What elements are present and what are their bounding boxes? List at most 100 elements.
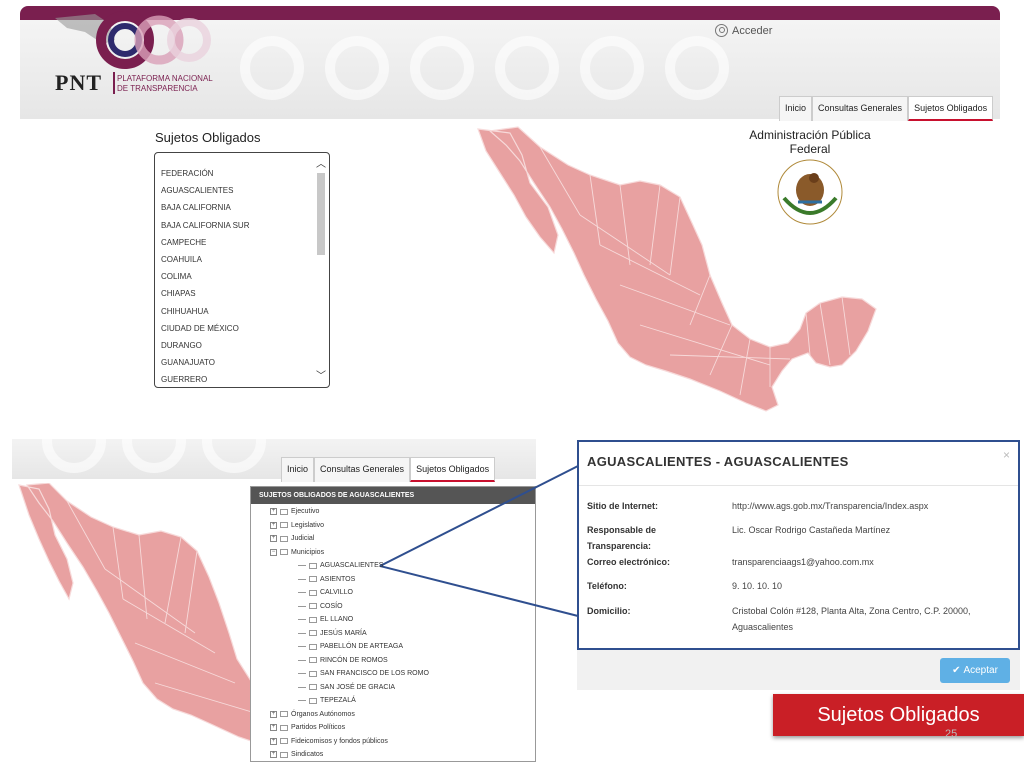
tree-item-label: Fideicomisos y fondos públicos <box>291 737 388 745</box>
tree-item-label: AGUASCALIENTES <box>320 562 384 569</box>
tree-leaf-item[interactable]: AGUASCALIENTES <box>298 562 383 569</box>
tree-connector <box>298 592 306 593</box>
list-item[interactable]: CHIHUAHUA <box>161 305 249 322</box>
decorative-swirl-icon <box>410 36 474 100</box>
decorative-swirl-icon <box>42 409 106 473</box>
tree-node[interactable]: + Fideicomisos y fondos públicos <box>270 737 388 745</box>
collapse-icon[interactable]: − <box>270 548 277 556</box>
tree-node[interactable]: + Partidos Políticos <box>270 724 345 731</box>
modal-title: AGUASCALIENTES - AGUASCALIENTES <box>587 454 849 469</box>
expand-icon[interactable]: + <box>270 508 277 515</box>
expand-icon[interactable]: + <box>270 710 277 718</box>
states-listbox[interactable]: FEDERACIÓN AGUASCALIENTES BAJA CALIFORNI… <box>154 152 330 388</box>
tree-item-label: Legislativo <box>291 521 325 529</box>
folder-icon <box>309 589 317 596</box>
list-item[interactable]: CHIAPAS <box>161 287 249 304</box>
list-item[interactable]: COLIMA <box>161 270 249 287</box>
folder-icon <box>309 670 317 677</box>
list-item[interactable]: BAJA CALIFORNIA SUR <box>161 219 249 236</box>
list-item[interactable]: FEDERACIÓN <box>161 167 249 184</box>
tree-leaf-item[interactable]: ASIENTOS <box>298 576 355 583</box>
decorative-swirl-icon <box>325 36 389 100</box>
tree-leaf-item[interactable]: SAN FRANCISCO DE LOS ROMO <box>298 670 429 677</box>
folder-icon <box>280 522 288 528</box>
field-value-email[interactable]: transparenciaags1@yahoo.com.mx <box>732 554 1012 570</box>
list-item[interactable]: BAJA CALIFORNIA <box>161 201 249 218</box>
list-item[interactable]: CAMPECHE <box>161 236 249 253</box>
list-item[interactable]: GUANAJUATO <box>161 356 249 373</box>
tree-leaf-item[interactable]: SAN JOSÉ DE GRACIA <box>298 684 395 691</box>
checkmark-icon: ✔ <box>952 665 961 676</box>
decorative-swirl-icon <box>202 409 266 473</box>
pnt-logo[interactable]: PNT Plataforma Nacional de Transparencia <box>55 10 225 95</box>
tree-connector <box>298 700 306 701</box>
chevron-down-icon[interactable]: ﹀ <box>316 367 326 382</box>
tab-sujetos-obligados[interactable]: Sujetos Obligados <box>908 96 994 121</box>
field-value-website[interactable]: http://www.ags.gob.mx/Transparencia/Inde… <box>732 498 1012 514</box>
expand-icon[interactable]: + <box>270 751 277 758</box>
folder-icon <box>280 751 288 758</box>
logo-divider <box>113 72 115 94</box>
tree-node[interactable]: + Ejecutivo <box>270 508 319 515</box>
folder-icon <box>309 616 317 623</box>
chevron-up-icon[interactable]: ︿ <box>316 155 326 170</box>
user-icon <box>715 24 728 37</box>
close-icon[interactable]: × <box>1003 448 1010 462</box>
tree-item-label: ASIENTOS <box>320 575 356 583</box>
tree-connector <box>298 619 306 620</box>
folder-icon <box>280 711 288 717</box>
sujetos-title: Sujetos Obligados <box>155 130 261 145</box>
list-item[interactable]: CIUDAD DE MÉXICO <box>161 322 249 339</box>
tree-leaf-item[interactable]: PABELLÓN DE ARTEAGA <box>298 643 403 650</box>
tree-leaf-item[interactable]: CALVILLO <box>298 589 353 596</box>
tree-node[interactable]: + Sindicatos <box>270 751 323 758</box>
login-label: Acceder <box>732 24 773 37</box>
tab-inicio[interactable]: Inicio <box>779 96 813 121</box>
tree-leaf-item[interactable]: TEPEZALÁ <box>298 697 356 704</box>
mexico-map-icon <box>18 483 274 746</box>
tree-item-label: Partidos Políticos <box>291 724 346 731</box>
tree-node[interactable]: + Legislativo <box>270 521 325 529</box>
expand-icon[interactable]: + <box>270 535 277 542</box>
tree-item-label: SAN JOSÉ DE GRACIA <box>320 683 396 691</box>
tab-inicio[interactable]: Inicio <box>281 457 315 482</box>
decorative-swirl-icon <box>495 36 559 100</box>
field-label-website: Sitio de Internet: <box>587 501 659 511</box>
tree-leaf-item[interactable]: RINCÓN DE ROMOS <box>298 657 388 664</box>
eagle-seal-icon <box>777 159 843 225</box>
mexico-map-secondary[interactable] <box>15 483 275 763</box>
accept-button-label: Aceptar <box>963 665 998 676</box>
list-item[interactable]: COAHUILA <box>161 253 249 270</box>
logo-subtitle-line: de Transparencia <box>117 84 198 93</box>
accept-button[interactable]: ✔ Aceptar <box>940 658 1010 683</box>
tree-leaf-item[interactable]: COSÍO <box>298 603 343 610</box>
logo-subtitle: Plataforma Nacional de Transparencia <box>117 74 213 94</box>
list-item[interactable]: GUERRERO <box>161 373 249 387</box>
list-item[interactable]: AGUASCALIENTES <box>161 184 249 201</box>
list-item[interactable]: DURANGO <box>161 339 249 356</box>
expand-icon[interactable]: + <box>270 724 277 731</box>
folder-icon <box>309 684 317 690</box>
tab-consultas-generales[interactable]: Consultas Generales <box>812 96 909 121</box>
tree-leaf-item[interactable]: JESÚS MARÍA <box>298 630 367 637</box>
tree-node[interactable]: + Órganos Autónomos <box>270 710 355 718</box>
folder-icon <box>309 697 317 704</box>
federal-caption-line: Administración Pública <box>749 128 871 142</box>
list-scrollbar[interactable]: ︿ ﹀ <box>315 155 327 385</box>
tree-leaf-item[interactable]: EL LLANO <box>298 616 353 623</box>
detail-modal: AGUASCALIENTES - AGUASCALIENTES × Sitio … <box>577 440 1020 650</box>
login-link[interactable]: Acceder <box>715 24 772 37</box>
mexico-seal-icon[interactable] <box>774 158 846 226</box>
tree-item-label: COSÍO <box>320 602 343 610</box>
field-value-phone: 9. 10. 10. 10 <box>732 581 783 591</box>
tree-node[interactable]: + Judicial <box>270 535 314 542</box>
states-list: FEDERACIÓN AGUASCALIENTES BAJA CALIFORNI… <box>161 167 249 387</box>
tree-node[interactable]: − Municipios <box>270 548 324 556</box>
tree-connector <box>298 646 306 647</box>
scrollbar-thumb[interactable] <box>317 173 325 255</box>
federal-caption-line: Federal <box>789 142 831 156</box>
expand-icon[interactable]: + <box>270 737 277 745</box>
tree-connector <box>298 632 306 634</box>
decorative-swirl-icon <box>122 409 186 473</box>
expand-icon[interactable]: + <box>270 521 277 529</box>
